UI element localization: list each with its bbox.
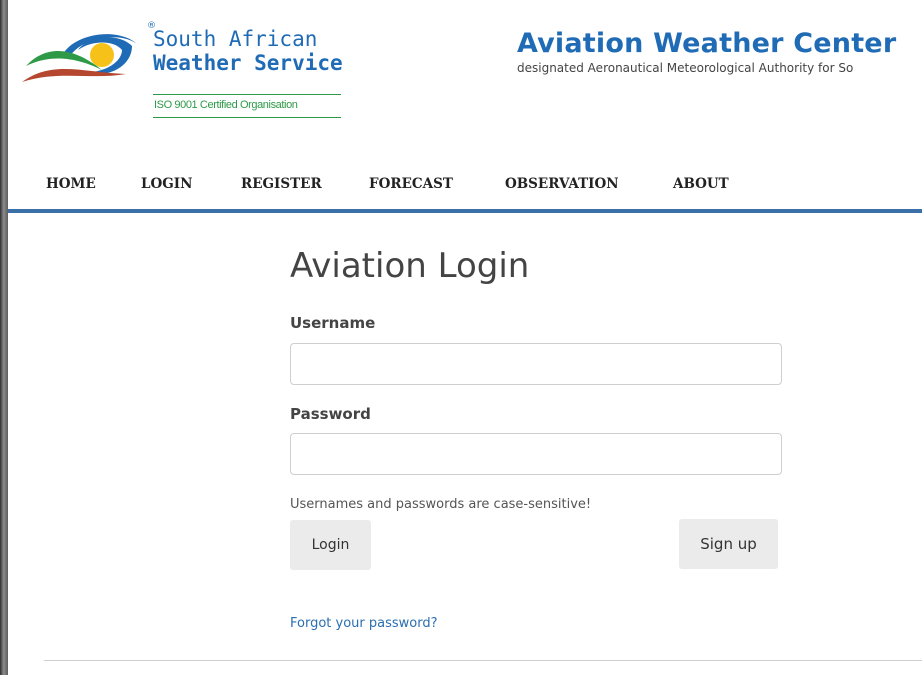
main-nav: HOME LOGIN REGISTER FORECAST OBSERVATION… bbox=[8, 176, 922, 198]
username-input[interactable] bbox=[290, 343, 782, 385]
nav-forecast[interactable]: FORECAST bbox=[369, 176, 453, 192]
logo-text-line1: South African bbox=[153, 27, 318, 51]
logo-divider bbox=[153, 94, 341, 95]
login-button[interactable]: Login bbox=[290, 520, 371, 570]
saws-logo[interactable]: ® South African Weather Service ISO 9001… bbox=[22, 14, 343, 124]
site-subtitle: designated Aeronautical Meteorological A… bbox=[517, 61, 854, 75]
logo-divider-bottom bbox=[153, 117, 341, 118]
login-title: Aviation Login bbox=[290, 246, 530, 286]
username-label: Username bbox=[290, 314, 376, 332]
nav-home[interactable]: HOME bbox=[46, 176, 96, 192]
nav-register[interactable]: REGISTER bbox=[241, 176, 322, 192]
password-input[interactable] bbox=[290, 433, 782, 475]
page: ® South African Weather Service ISO 9001… bbox=[8, 0, 922, 675]
nav-login[interactable]: LOGIN bbox=[141, 176, 192, 192]
nav-about[interactable]: ABOUT bbox=[673, 176, 729, 192]
signup-button[interactable]: Sign up bbox=[679, 519, 778, 569]
site-title: Aviation Weather Center bbox=[517, 28, 897, 59]
logo-text-line2: Weather Service bbox=[153, 51, 343, 75]
nav-observation[interactable]: OBSERVATION bbox=[505, 176, 619, 192]
password-label: Password bbox=[290, 405, 371, 423]
iso-certification-text: ISO 9001 Certified Organisation bbox=[154, 99, 298, 111]
nav-divider bbox=[8, 209, 922, 213]
case-sensitive-hint: Usernames and passwords are case-sensiti… bbox=[290, 497, 592, 512]
forgot-password-link[interactable]: Forgot your password? bbox=[290, 616, 438, 631]
saws-logo-icon bbox=[22, 34, 137, 82]
window-edge bbox=[0, 0, 8, 675]
footer-divider bbox=[44, 660, 922, 661]
